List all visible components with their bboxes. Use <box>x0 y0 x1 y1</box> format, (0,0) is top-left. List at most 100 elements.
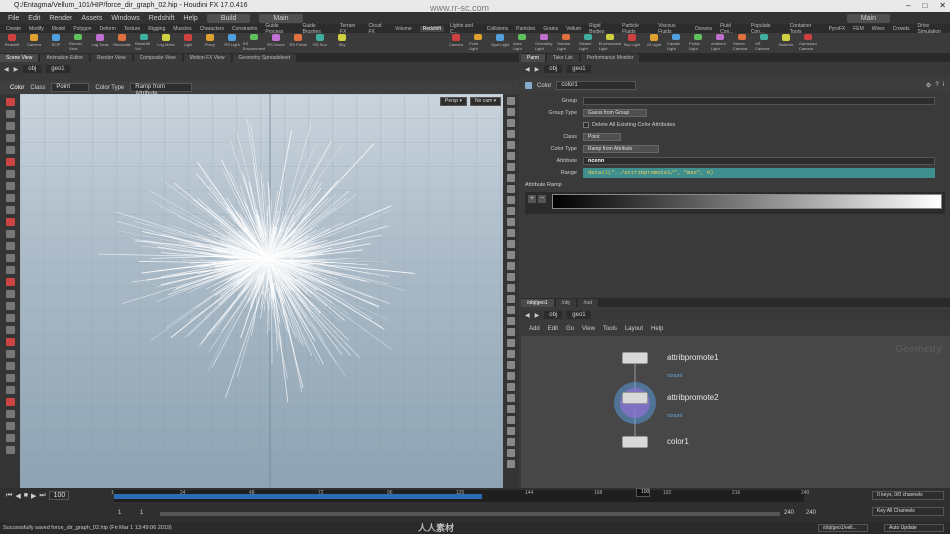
shelf-tool[interactable]: Geometry Light <box>535 33 553 51</box>
shelf-tab[interactable]: Crowds <box>893 26 910 32</box>
shelf-tab[interactable]: Particles <box>516 26 535 32</box>
shelf-tool[interactable]: Redshift <box>3 33 21 51</box>
viewport-tool-icon[interactable] <box>6 446 15 454</box>
range-slider[interactable] <box>160 512 780 516</box>
shelf-tool[interactable]: Redshift Vol <box>135 33 153 51</box>
gear-icon[interactable]: ⚙ <box>926 82 931 89</box>
display-option-icon[interactable] <box>507 229 515 237</box>
shelf-tab[interactable]: Wires <box>872 26 885 32</box>
tab-motion-fx-view[interactable]: Motion FX View <box>183 53 231 62</box>
shelf-tool[interactable]: Reconcile <box>113 33 131 51</box>
shelf-tool[interactable]: Render View <box>69 33 87 51</box>
net-menu-go[interactable]: Go <box>566 326 574 332</box>
shelf-tool[interactable]: Caustic Light <box>667 33 685 51</box>
viewport-tool-icon[interactable] <box>6 194 15 202</box>
node-attribpromote2[interactable] <box>622 392 648 404</box>
info-icon[interactable]: i <box>943 82 944 89</box>
jump-start-icon[interactable]: ⏮ <box>6 492 12 500</box>
step-back-icon[interactable]: ◀ <box>15 492 20 500</box>
shelf-tool[interactable]: RS Portal <box>289 33 307 51</box>
shelf-tool[interactable]: Portal Light <box>689 33 707 51</box>
color-type-dropdown[interactable]: Ramp from Attribute <box>130 83 193 97</box>
shelf-tool[interactable]: Ambient Light <box>711 33 729 51</box>
display-option-icon[interactable] <box>507 306 515 314</box>
group-type-dropdown[interactable]: Guess from Group <box>583 109 647 117</box>
shelf-tool[interactable]: VR Camera <box>755 33 773 51</box>
path-geo1[interactable]: geo1 <box>567 311 591 319</box>
shelf-tool[interactable]: RS Environment <box>243 33 265 51</box>
range-start-1[interactable]: 1 <box>118 510 121 516</box>
playhead-frame[interactable]: 100 <box>636 488 650 497</box>
display-option-icon[interactable] <box>507 350 515 358</box>
ramp-remove-button[interactable]: − <box>538 195 546 203</box>
net-menu-edit[interactable]: Edit <box>548 326 558 332</box>
display-option-icon[interactable] <box>507 394 515 402</box>
forward-arrow-icon[interactable]: ▶ <box>535 312 540 319</box>
shelf-tab[interactable]: Volume <box>395 26 412 32</box>
viewport-tool-icon[interactable] <box>6 338 15 346</box>
viewport-tool-icon[interactable] <box>6 434 15 442</box>
network-editor[interactable]: Geometry attribpromote1 ncount attribpro… <box>521 336 950 488</box>
net-menu-view[interactable]: View <box>582 326 595 332</box>
current-frame-field[interactable]: 100 <box>48 491 69 500</box>
viewport-tool-icon[interactable] <box>6 422 15 430</box>
forward-arrow-icon[interactable]: ▶ <box>14 66 19 73</box>
stop-icon[interactable]: ■ <box>24 492 28 499</box>
shelf-tool[interactable]: Switcher <box>777 33 795 51</box>
shelf-tab[interactable]: Create <box>6 26 21 32</box>
tab-obj-geo1[interactable]: /obj/geo1 <box>521 298 554 307</box>
shelf-tool[interactable]: Sky Light <box>623 33 641 51</box>
viewport-tool-icon[interactable] <box>6 242 15 250</box>
desktop-selector[interactable]: Main <box>259 13 303 23</box>
shelf-tool[interactable]: Environment Light <box>599 33 621 51</box>
range-expression-field[interactable]: detail("../attribpromote2/", "max", 0) <box>583 168 935 178</box>
viewport-tool-icon[interactable] <box>6 98 15 106</box>
node-path-field[interactable]: /obj/geo1/vell... <box>818 524 868 532</box>
menu-file[interactable]: File <box>8 15 19 22</box>
shelf-tool[interactable]: Proxy <box>201 33 219 51</box>
shelf-tab[interactable]: Redshift <box>419 25 444 32</box>
range-end-2[interactable]: 240 <box>806 510 816 516</box>
shelf-tool[interactable]: Gamepad Camera <box>799 33 817 51</box>
shelf-tool[interactable]: RS Dome <box>267 33 285 51</box>
viewport-tool-icon[interactable] <box>6 302 15 310</box>
display-option-icon[interactable] <box>507 174 515 182</box>
display-option-icon[interactable] <box>507 383 515 391</box>
class-dropdown[interactable]: Point <box>51 83 90 92</box>
back-arrow-icon[interactable]: ◀ <box>525 66 530 73</box>
node-color1[interactable] <box>622 436 648 448</box>
display-option-icon[interactable] <box>507 185 515 193</box>
viewport-tool-icon[interactable] <box>6 278 15 286</box>
viewport-tool-icon[interactable] <box>6 314 15 322</box>
attribute-field[interactable]: ncenn <box>583 157 935 165</box>
shelf-tab[interactable]: Vellum <box>566 26 581 32</box>
shelf-tool[interactable]: Camera <box>25 33 43 51</box>
color-type-param-dropdown[interactable]: Ramp from Attribute <box>583 145 659 153</box>
viewport-tool-icon[interactable] <box>6 386 15 394</box>
display-option-icon[interactable] <box>507 416 515 424</box>
shelf-tool[interactable]: Stereo Camera <box>733 33 751 51</box>
back-arrow-icon[interactable]: ◀ <box>4 66 9 73</box>
shelf-tool[interactable]: Sky <box>333 33 351 51</box>
viewport-tool-icon[interactable] <box>6 206 15 214</box>
shelf-tab[interactable]: Texture <box>124 26 140 32</box>
display-option-icon[interactable] <box>507 108 515 116</box>
viewport-tool-icon[interactable] <box>6 374 15 382</box>
minimize-button[interactable]: – <box>906 0 910 12</box>
shelf-tool[interactable]: Log Mesh <box>157 33 175 51</box>
shelf-tab[interactable]: Constraints <box>232 26 257 32</box>
display-option-icon[interactable] <box>507 163 515 171</box>
display-option-icon[interactable] <box>507 130 515 138</box>
shelf-tab[interactable]: Characters <box>200 26 224 32</box>
display-option-icon[interactable] <box>507 427 515 435</box>
display-option-icon[interactable] <box>507 196 515 204</box>
display-option-icon[interactable] <box>507 284 515 292</box>
close-button[interactable]: ✕ <box>939 0 946 12</box>
desktop-selector-right[interactable]: Main <box>846 13 890 23</box>
display-option-icon[interactable] <box>507 449 515 457</box>
group-field[interactable] <box>583 97 935 105</box>
range-end-1[interactable]: 240 <box>784 510 794 516</box>
shelf-tool[interactable]: Volume Light <box>557 33 575 51</box>
shelf-tab[interactable]: Rigging <box>148 26 165 32</box>
shelf-tool[interactable]: Camera <box>447 33 465 51</box>
